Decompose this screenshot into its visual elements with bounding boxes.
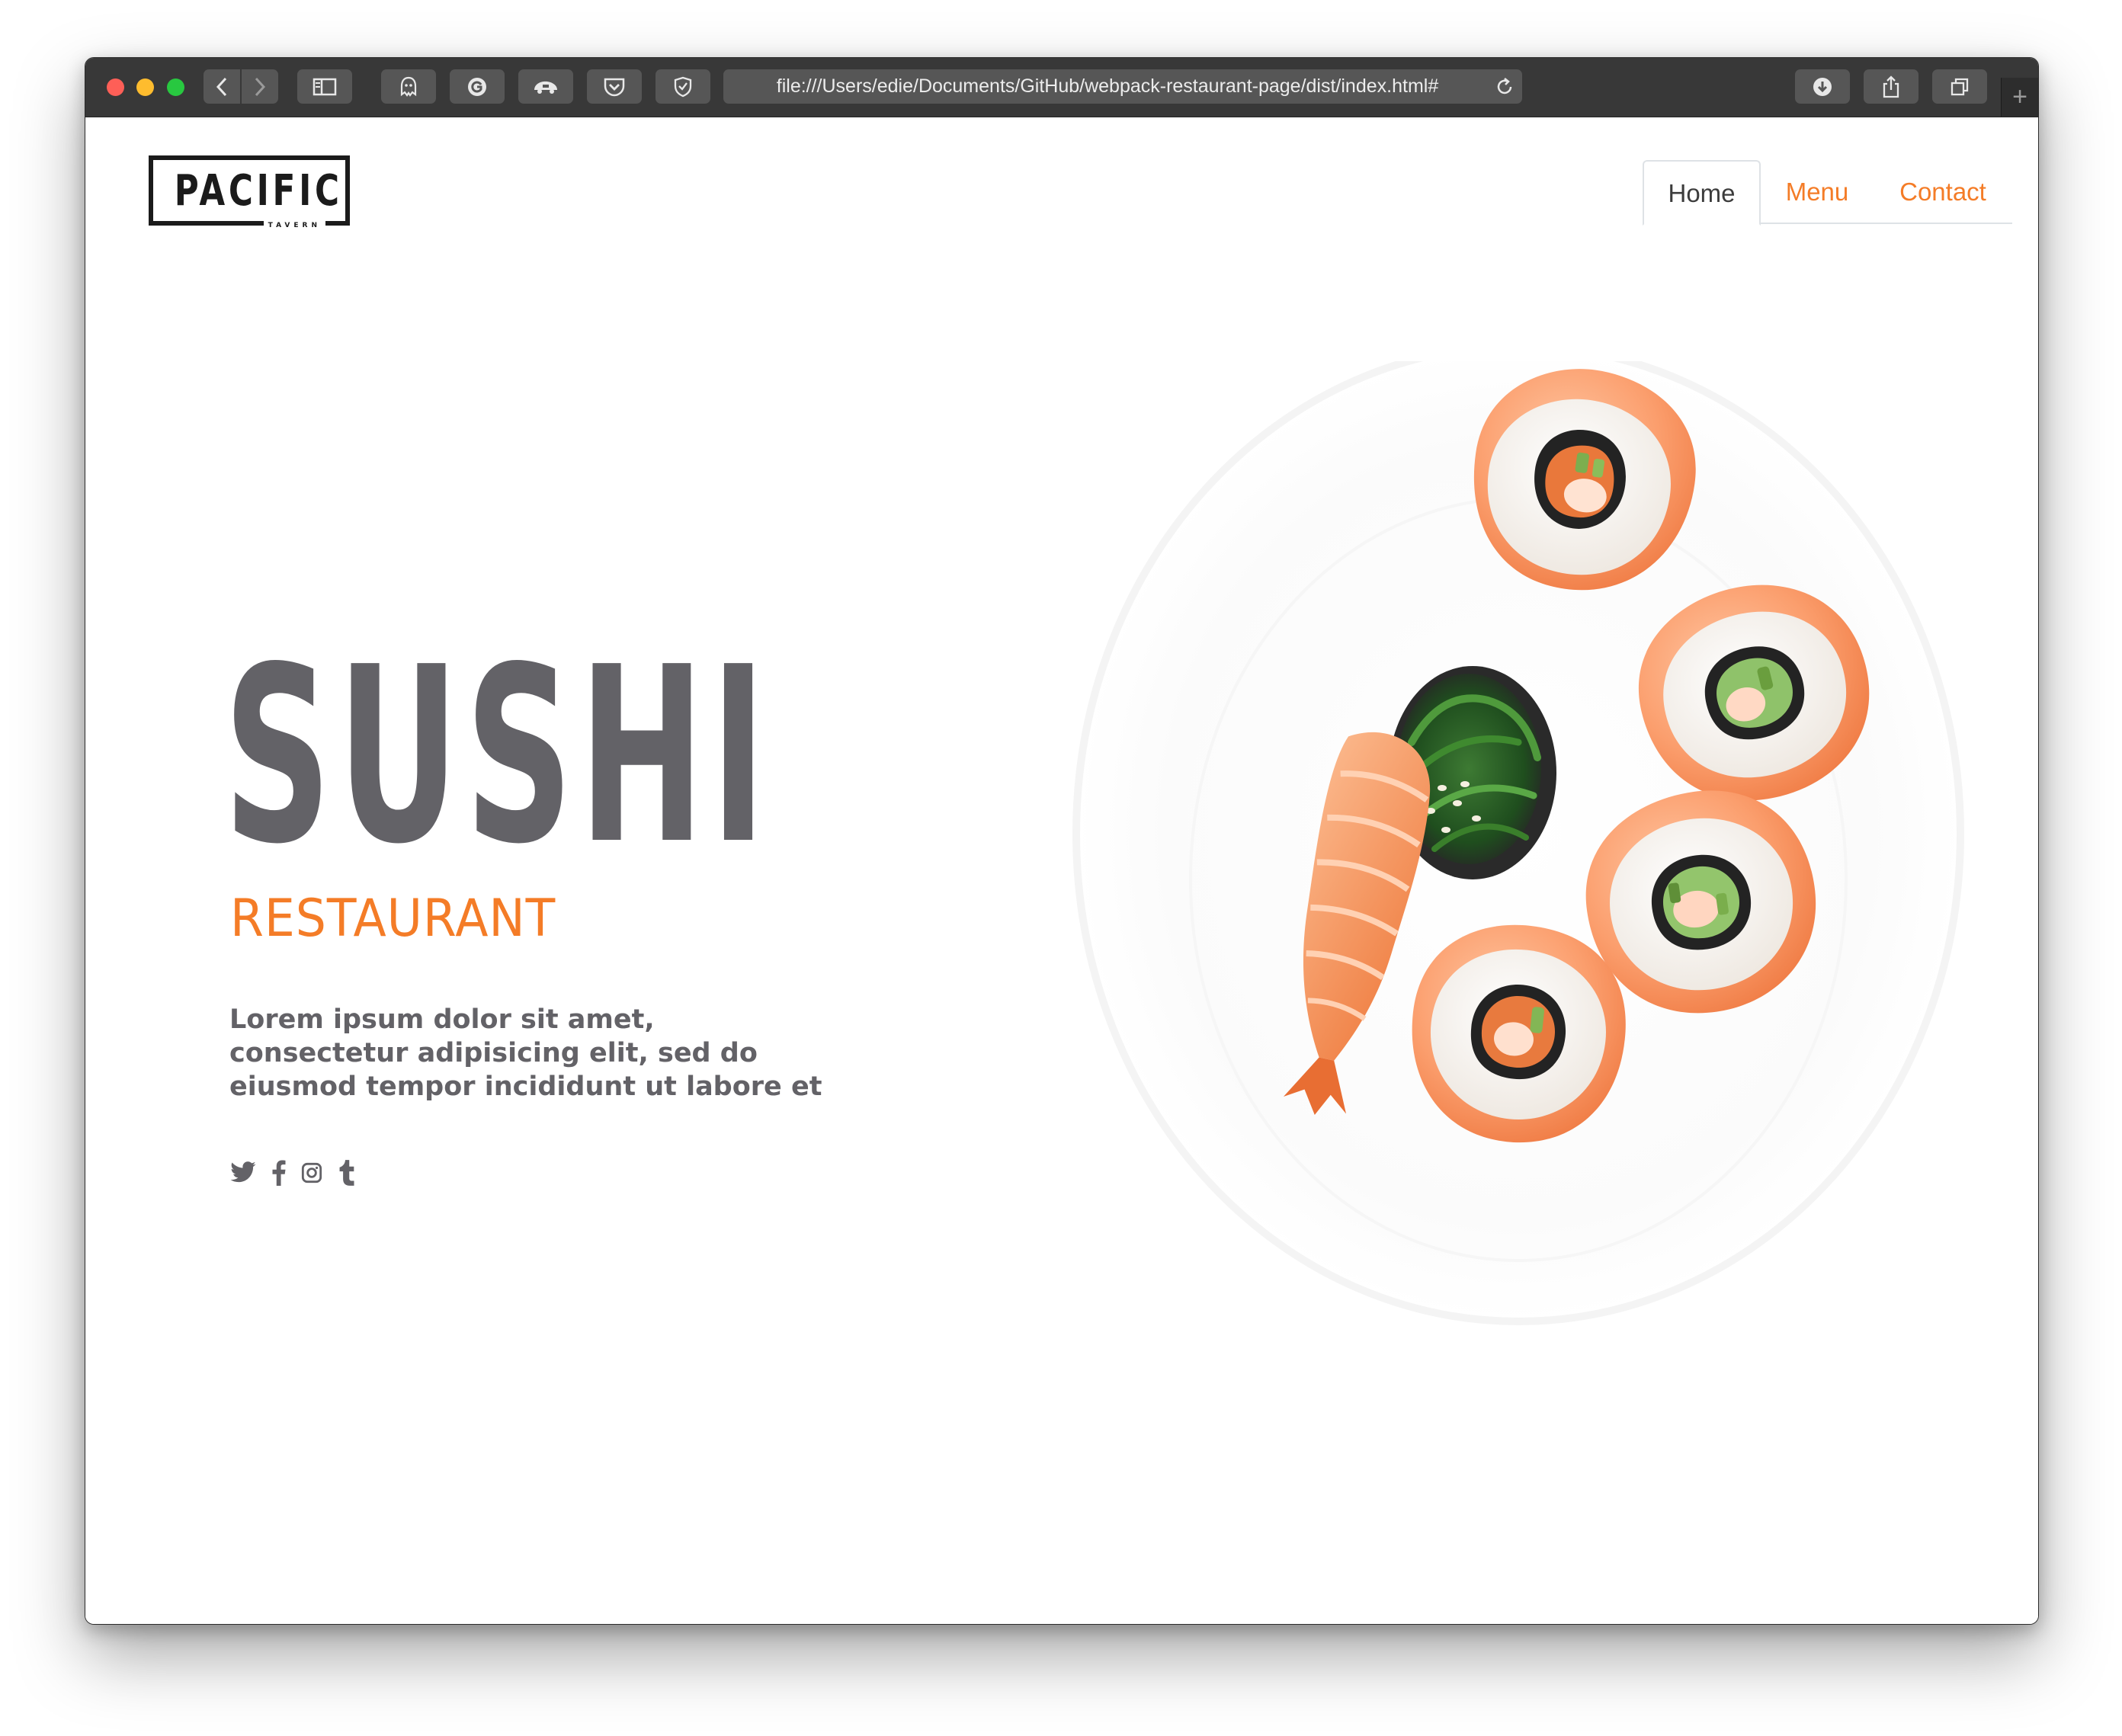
desktop-background: file:///Users/edie/Documents/GitHub/webp…: [0, 0, 2122, 1736]
back-icon: [216, 77, 227, 96]
extension-button[interactable]: [518, 69, 573, 104]
shield-icon: [674, 76, 692, 97]
hero-subtitle: RESTAURANT: [230, 889, 556, 949]
grammarly-icon: [468, 77, 486, 96]
logo-subtitle: TAVERN: [263, 218, 325, 233]
hero-description-line: consectetur adipisicing elit, sed do: [229, 1038, 758, 1068]
browser-toolbar: file:///Users/edie/Documents/GitHub/webp…: [85, 58, 2038, 117]
address-bar[interactable]: file:///Users/edie/Documents/GitHub/webp…: [723, 69, 1522, 104]
instagram-link[interactable]: [301, 1162, 322, 1183]
hero-title: SUSHI: [223, 615, 772, 897]
twitter-icon: [230, 1161, 256, 1183]
tabs-icon: [1951, 78, 1969, 95]
sidebar-icon: [313, 78, 337, 95]
tab-overview-button[interactable]: [1932, 69, 1987, 104]
close-window-button[interactable]: [107, 78, 124, 96]
maximize-window-button[interactable]: [167, 78, 184, 96]
ghostery-icon: [400, 76, 417, 97]
nav-tab-home[interactable]: Home: [1643, 160, 1761, 226]
pocket-icon: [604, 78, 625, 96]
extension-icon: [534, 81, 557, 94]
downloads-button[interactable]: [1795, 69, 1850, 104]
browser-window: file:///Users/edie/Documents/GitHub/webp…: [85, 57, 2039, 1625]
back-button[interactable]: [204, 69, 240, 104]
forward-icon: [255, 77, 266, 96]
ghostery-extension-button[interactable]: [381, 69, 436, 104]
hero-description-line: Lorem ipsum dolor sit amet,: [229, 1004, 655, 1035]
hero-description: Lorem ipsum dolor sit amet, consectetur …: [229, 1003, 824, 1103]
twitter-link[interactable]: [229, 1161, 257, 1184]
reload-icon[interactable]: [1493, 75, 1516, 98]
tumblr-link[interactable]: [338, 1160, 354, 1186]
nav-tab-contact[interactable]: Contact: [1874, 160, 2012, 224]
share-icon: [1883, 75, 1899, 98]
sidebar-button[interactable]: [297, 69, 352, 104]
grammarly-extension-button[interactable]: [450, 69, 505, 104]
pocket-extension-button[interactable]: [587, 69, 642, 104]
facebook-link[interactable]: [272, 1160, 286, 1186]
share-button[interactable]: [1864, 69, 1918, 104]
sushi-plate-photo: [1072, 361, 1964, 1325]
restaurant-page: PACIFIC TAVERN Home Menu Contact SUSHI R…: [85, 117, 2038, 1624]
minimize-window-button[interactable]: [136, 78, 154, 96]
social-links: [229, 1158, 370, 1188]
facebook-icon: [272, 1160, 286, 1186]
download-icon: [1813, 77, 1832, 96]
instagram-icon: [301, 1162, 322, 1183]
tumblr-icon: [339, 1160, 354, 1186]
forward-button[interactable]: [242, 69, 278, 104]
main-nav: Home Menu Contact: [1643, 160, 2012, 226]
privacy-extension-button[interactable]: [656, 69, 710, 104]
address-url: file:///Users/edie/Documents/GitHub/webp…: [776, 75, 1439, 97]
nav-tab-menu[interactable]: Menu: [1761, 160, 1874, 224]
new-tab-button[interactable]: +: [2001, 78, 2038, 117]
hero-description-line: eiusmod tempor incididunt ut labore et: [229, 1071, 822, 1102]
logo-wordmark: PACIFIC: [174, 166, 343, 216]
pacific-tavern-logo[interactable]: PACIFIC TAVERN: [149, 155, 350, 233]
